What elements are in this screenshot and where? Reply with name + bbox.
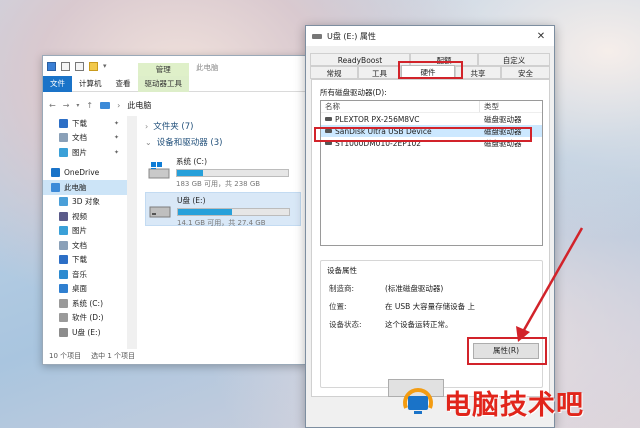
watermark-text: 电脑技术吧 — [444, 389, 584, 421]
annotation-arrow — [516, 227, 584, 342]
hardware-tab-highlight — [398, 61, 463, 79]
watermark: 电脑技术吧 — [398, 380, 638, 424]
watermark-logo-icon — [398, 382, 438, 422]
